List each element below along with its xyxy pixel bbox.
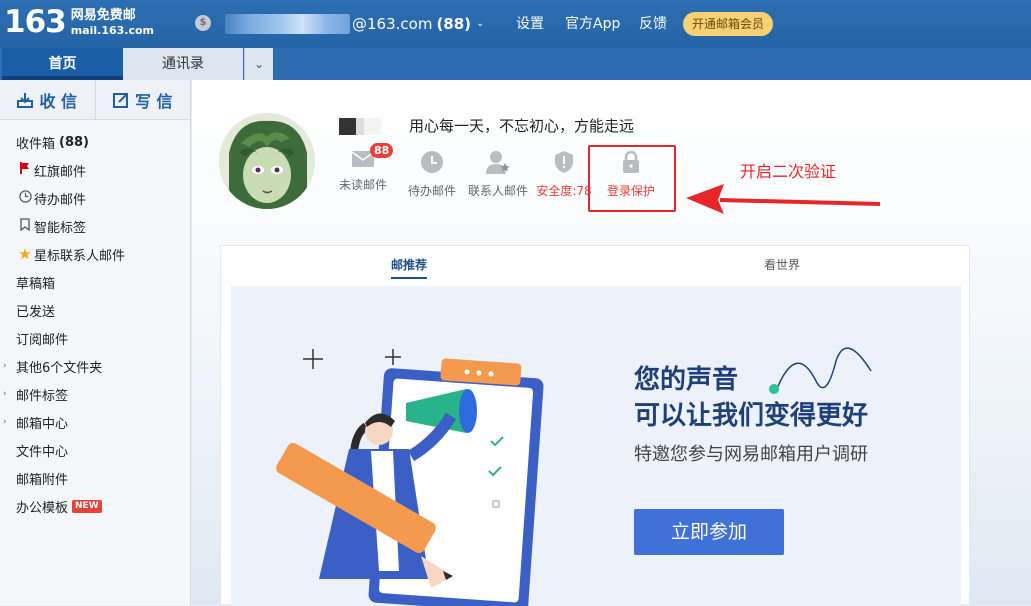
sidebar-item-starred-contacts[interactable]: ★ 星标联系人邮件 [0, 240, 190, 268]
coin-icon[interactable]: $ [195, 15, 211, 31]
sidebar-item-mail-center[interactable]: › 邮箱中心 [0, 408, 190, 436]
active-tab-indicator [391, 277, 427, 279]
quick-item-label: 安全度:78 [536, 184, 592, 198]
new-badge: NEW [72, 499, 102, 513]
top-bar: 163 网易免费邮 mail.163.com $ @163.com (88) ⌄… [0, 0, 1031, 48]
user-motto: 用心每一天，不忘初心，方能走远 [409, 117, 635, 135]
sidebar-item-label: 草稿箱 [16, 276, 56, 292]
sidebar: 收 信 写 信 收件箱 (88) 红旗邮件 待办邮件 智能标签 ★ 星标联系人邮… [0, 80, 191, 605]
sidebar-item-smart-tags[interactable]: 智能标签 [0, 212, 190, 240]
sidebar-item-label: 其他6个文件夹 [16, 360, 103, 376]
annotation-arrow-icon [686, 184, 881, 214]
banner-subtitle: 特邀您参与网易邮箱用户调研 [634, 444, 868, 465]
account-suffix: @163.com [352, 15, 433, 33]
chevron-down-icon: ⌄ [253, 57, 265, 71]
sidebar-item-subscriptions[interactable]: 订阅邮件 [0, 324, 190, 352]
sidebar-item-label: 星标联系人邮件 [34, 248, 126, 264]
sidebar-item-label: 订阅邮件 [16, 332, 69, 348]
sidebar-item-label: 邮箱中心 [16, 416, 69, 432]
clock-icon [16, 189, 34, 207]
vip-button[interactable]: 开通邮箱会员 [683, 12, 773, 36]
quick-todo-mail[interactable]: 待办邮件 [408, 150, 456, 199]
shield-icon [554, 151, 574, 177]
inbox-label: 收件箱 [16, 136, 56, 152]
unread-badge: 88 [370, 143, 394, 158]
sidebar-item-label: 文件中心 [16, 444, 69, 460]
download-icon [17, 92, 34, 108]
compose-icon [112, 92, 128, 108]
tab-more-dropdown[interactable]: ⌄ [244, 48, 273, 80]
clock-icon [420, 151, 444, 177]
star-icon: ★ [18, 245, 32, 263]
annotation-text: 开启二次验证 [740, 162, 837, 181]
tab-see-world[interactable]: 看世界 [764, 256, 800, 274]
sidebar-item-label: 办公模板 [16, 500, 69, 516]
quick-security-score[interactable]: 安全度:78 [535, 150, 593, 199]
logo-name: 网易免费邮 [70, 8, 136, 23]
logo-url: mail.163.com [70, 24, 155, 37]
quick-item-label: 未读邮件 [339, 178, 388, 192]
quick-contact-mail[interactable]: 联系人邮件 [468, 150, 528, 199]
decorative-swirl-icon [769, 347, 872, 394]
sidebar-item-label: 红旗邮件 [34, 164, 87, 180]
sidebar-item-label: 邮件标签 [16, 388, 69, 404]
feedback-link[interactable]: 反馈 [639, 14, 667, 34]
survey-illustration [276, 349, 544, 606]
sidebar-item-flagged[interactable]: 红旗邮件 [0, 156, 190, 184]
sidebar-item-sent[interactable]: 已发送 [0, 296, 190, 324]
sidebar-item-file-center[interactable]: 文件中心 [0, 436, 190, 464]
mail-icon [351, 151, 375, 171]
sidebar-item-inbox[interactable]: 收件箱 (88) [0, 128, 190, 156]
receive-label: 收 信 [39, 91, 78, 111]
tab-bar: 首页 通讯录 ⌄ [0, 48, 1031, 80]
join-survey-button[interactable]: 立即参加 [634, 509, 784, 555]
flag-icon [16, 162, 34, 178]
banner-title-line1: 您的声音 [634, 365, 739, 395]
tab-contacts[interactable]: 通讯录 [123, 48, 243, 80]
receive-button[interactable]: 收 信 [0, 80, 95, 119]
settings-link[interactable]: 设置 [516, 14, 544, 34]
sidebar-item-label: 待办邮件 [34, 192, 87, 208]
tab-home[interactable]: 首页 [2, 48, 123, 80]
sidebar-item-label: 已发送 [16, 304, 56, 320]
official-app-link[interactable]: 官方App [565, 14, 620, 34]
sidebar-item-office-templates[interactable]: 办公模板 NEW [0, 492, 190, 520]
contact-star-icon [485, 151, 511, 177]
sidebar-item-other-folders[interactable]: › 其他6个文件夹 [0, 352, 190, 380]
chevron-right-icon: › [3, 417, 7, 427]
compose-label: 写 信 [134, 91, 173, 111]
tab-mail-recommend[interactable]: 邮推荐 [391, 256, 427, 274]
sidebar-item-drafts[interactable]: 草稿箱 [0, 268, 190, 296]
banner-title-line2: 可以让我们变得更好 [634, 401, 869, 431]
bookmark-icon [16, 217, 34, 235]
sidebar-item-todo[interactable]: 待办邮件 [0, 184, 190, 212]
sidebar-item-attachments[interactable]: 邮箱附件 [0, 464, 190, 492]
account-unread-count: (88) [436, 15, 472, 33]
account-name-redacted [225, 14, 350, 34]
highlight-box [588, 145, 676, 212]
sidebar-item-mail-tags[interactable]: › 邮件标签 [0, 380, 190, 408]
chevron-right-icon: › [3, 389, 7, 399]
survey-banner[interactable]: 您的声音 可以让我们变得更好 特邀您参与网易邮箱用户调研 立即参加 [231, 286, 961, 606]
chevron-down-icon: ⌄ [476, 18, 485, 29]
sidebar-item-label: 邮箱附件 [16, 472, 69, 488]
content-card: 邮推荐 看世界 您的声音 可以让我们变得更好 特邀您参与网易邮箱用户调研 立即参… [220, 245, 970, 606]
sidebar-item-label: 智能标签 [34, 220, 87, 236]
quick-item-label: 联系人邮件 [468, 184, 529, 198]
logo-number: 163 [4, 4, 67, 40]
avatar[interactable] [219, 113, 315, 209]
user-name-redacted [339, 118, 381, 135]
compose-button[interactable]: 写 信 [94, 80, 191, 119]
account-menu[interactable]: @163.com (88) ⌄ [352, 14, 484, 34]
chevron-right-icon: › [3, 361, 7, 371]
inbox-count: (88) [59, 134, 89, 150]
mail-logo[interactable]: 163 网易免费邮 mail.163.com [4, 4, 154, 40]
quick-item-label: 待办邮件 [408, 184, 457, 198]
